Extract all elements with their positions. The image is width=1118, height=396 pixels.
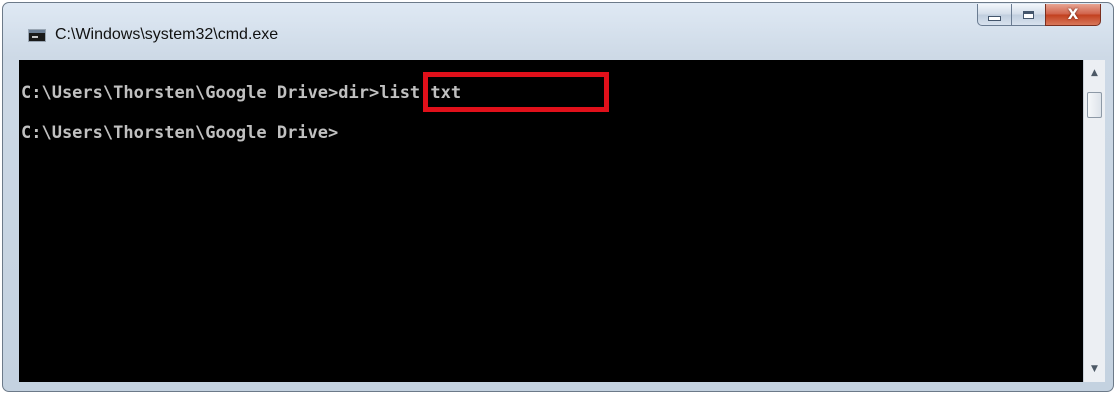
scroll-up-arrow-icon[interactable]: ▲ (1084, 64, 1105, 82)
cmd-window: C:\Windows\system32\cmd.exe X C:\Users\T… (2, 2, 1114, 392)
console-line-prompt: C:\Users\Thorsten\Google Drive> (21, 123, 339, 143)
highlight-box-annotation (423, 72, 609, 112)
cmd-icon[interactable] (28, 29, 46, 42)
title-bar[interactable]: C:\Windows\system32\cmd.exe X (3, 3, 1113, 59)
minimize-icon (988, 16, 1001, 21)
maximize-button[interactable] (1011, 4, 1045, 26)
close-button[interactable]: X (1045, 4, 1101, 26)
vertical-scrollbar[interactable]: ▲ ▼ (1083, 60, 1105, 382)
console-line-command: C:\Users\Thorsten\Google Drive>dir>list.… (21, 83, 462, 103)
scroll-down-arrow-icon[interactable]: ▼ (1084, 360, 1105, 378)
caption-buttons: X (977, 4, 1101, 26)
maximize-icon (1023, 10, 1034, 19)
minimize-button[interactable] (977, 4, 1011, 26)
console-output[interactable]: C:\Users\Thorsten\Google Drive>dir>list.… (19, 60, 1083, 382)
window-title: C:\Windows\system32\cmd.exe (55, 26, 279, 43)
scroll-thumb[interactable] (1087, 92, 1102, 118)
close-icon: X (1067, 6, 1079, 23)
